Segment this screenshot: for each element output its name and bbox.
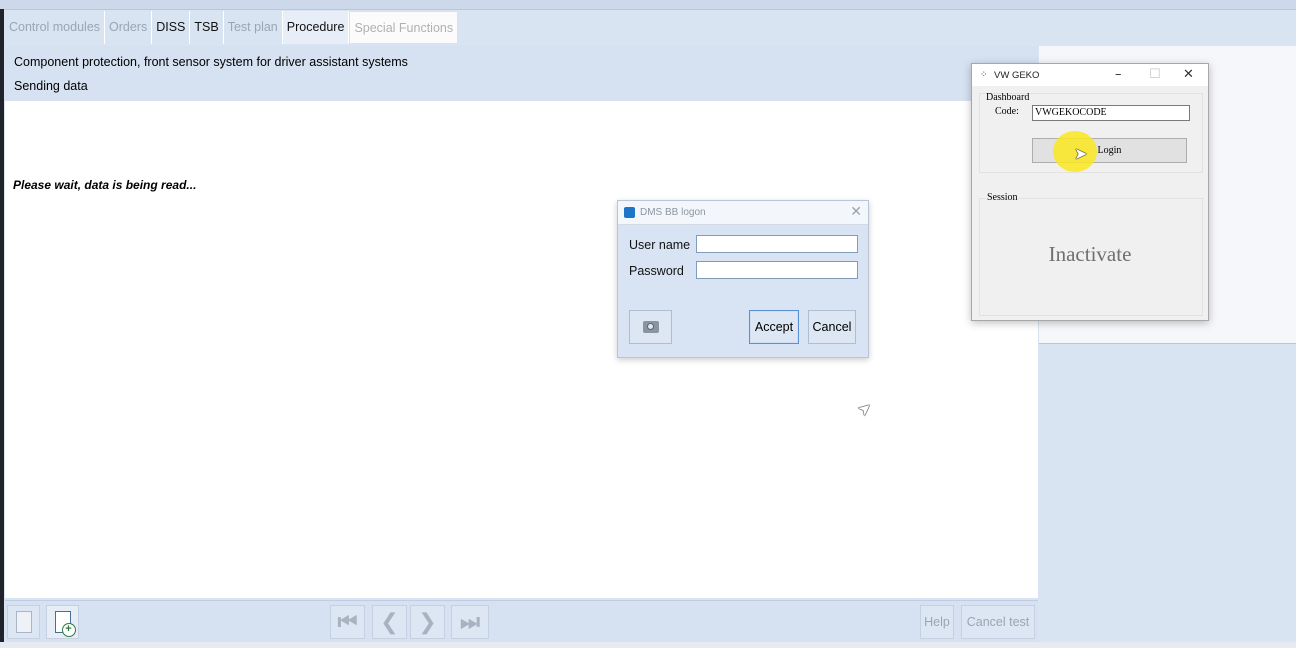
username-label: User name [629,238,691,252]
username-field[interactable] [696,235,858,253]
tab-special-functions[interactable]: Special Functions [349,11,459,44]
skip-first-icon: ⏮ [337,609,358,635]
bottom-toolbar: ⏮ ❮ ❯ ⏭ Help Cancel test [5,600,1038,643]
wait-message: Please wait, data is being read... [13,178,197,192]
left-edge [0,9,4,648]
dashboard-label: Dashboard [986,92,1030,103]
session-status: Inactivate [1048,242,1132,266]
maximize-icon[interactable]: ☐ [1149,67,1161,82]
document-icon [15,611,32,633]
code-field[interactable]: VWGEKOCODE [1032,105,1190,121]
camera-icon [642,321,659,333]
tab-tsb[interactable]: TSB [190,11,224,44]
dms-title-bar[interactable]: DMS BB logon ✕ [618,201,868,225]
tab-diss[interactable]: DISS [152,11,191,44]
code-label: Code: [995,106,1019,117]
next-step-button[interactable]: ❯ [410,605,445,639]
last-step-button[interactable]: ⏭ [451,605,489,639]
app-icon [624,207,635,218]
cancel-test-button[interactable]: Cancel test [961,605,1035,639]
session-label: Session [986,192,1019,203]
dms-title: DMS BB logon [640,207,706,218]
tab-control-modules[interactable]: Control modules [5,11,106,44]
geko-title-bar[interactable]: ⁘ VW GEKO – ☐ ✕ [972,64,1208,86]
add-document-button[interactable] [46,605,79,639]
close-icon[interactable]: ✕ [1183,67,1194,82]
password-label: Password [629,264,684,278]
cancel-button[interactable]: Cancel [808,310,856,344]
content-area: Please wait, data is being read... [5,101,1038,598]
geko-window: ⁘ VW GEKO – ☐ ✕ Dashboard Code: VWGEKOCO… [971,63,1209,321]
procedure-title: Component protection, front sensor syste… [14,55,408,69]
dms-logon-dialog: DMS BB logon ✕ User name Password Accept… [617,200,869,358]
tab-orders[interactable]: Orders [105,11,153,44]
mouse-cursor-icon: ➤ [1074,144,1088,163]
skip-last-icon: ⏭ [460,609,480,635]
procedure-status: Sending data [14,79,88,93]
geko-title: VW GEKO [994,70,1040,81]
add-document-icon [54,611,76,637]
document-button[interactable] [7,605,40,639]
close-icon[interactable]: ✕ [850,204,862,220]
app-icon: ⁘ [980,70,988,80]
help-button[interactable]: Help [920,605,954,639]
procedure-header: Component protection, front sensor syste… [5,46,1038,101]
tab-test-plan[interactable]: Test plan [223,11,283,44]
tab-bar: Control modules Orders DISS TSB Test pla… [5,11,459,44]
password-field[interactable] [696,261,858,279]
previous-step-button[interactable]: ❮ [372,605,407,639]
right-panel-lower [1039,344,1296,648]
accept-button[interactable]: Accept [749,310,799,344]
chevron-left-icon: ❮ [380,609,399,635]
top-strip [0,0,1296,10]
camera-button[interactable] [629,310,672,344]
chevron-right-icon: ❯ [418,609,437,635]
bottom-strip [0,642,1296,648]
first-step-button[interactable]: ⏮ [330,605,365,639]
minimize-icon[interactable]: – [1115,67,1122,82]
tab-procedure[interactable]: Procedure [282,11,350,44]
